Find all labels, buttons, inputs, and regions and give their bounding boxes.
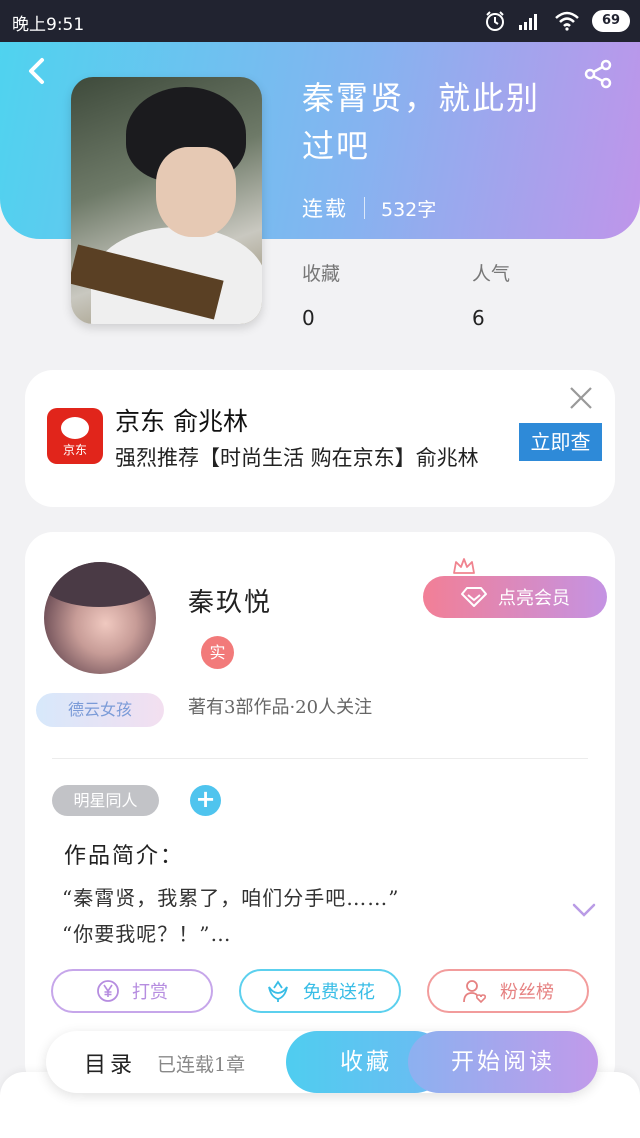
signal-icon — [519, 14, 537, 30]
favorites-value: 0 — [302, 306, 315, 330]
member-button-label: 点亮会员 — [498, 588, 570, 609]
intro-title: 作品简介： — [64, 844, 185, 869]
add-tag-button[interactable]: + — [190, 785, 221, 816]
popularity-label: 人气 — [472, 263, 511, 285]
status-time: 晚上9:51 — [12, 15, 85, 35]
ad-cta-button[interactable]: 立即查 — [519, 423, 602, 461]
ad-title: 京东 俞兆林 — [115, 407, 248, 436]
fan-ranking-label: 粉丝榜 — [500, 982, 554, 1003]
close-icon[interactable] — [567, 384, 595, 412]
author-stats: 著有3部作品·20人关注 — [188, 697, 373, 718]
diamond-icon — [461, 587, 487, 607]
table-of-contents-button[interactable]: 目录 — [84, 1047, 136, 1079]
send-flower-button[interactable]: 免费送花 — [239, 969, 401, 1013]
user-heart-icon — [463, 980, 487, 1004]
book-meta: 连载 532字 — [302, 193, 436, 223]
chevron-down-icon[interactable] — [571, 900, 597, 920]
divider — [52, 758, 588, 759]
flower-icon — [268, 980, 288, 1002]
yen-coin-icon — [97, 980, 119, 1002]
crown-icon — [453, 558, 475, 574]
favorites-stat: 收藏 0 — [302, 259, 340, 330]
wifi-icon — [555, 11, 579, 31]
verify-badge: 实 — [201, 636, 234, 669]
author-name[interactable]: 秦玖悦 — [188, 582, 272, 619]
intro-text: “秦霄贤，我累了，咱们分手吧……” “你要我呢？！”… — [62, 880, 542, 952]
intro-line-2: “你要我呢？！”… — [62, 922, 232, 946]
reward-label: 打赏 — [132, 982, 168, 1003]
fan-ranking-button[interactable]: 粉丝榜 — [427, 969, 589, 1013]
back-arrow-icon[interactable] — [22, 56, 52, 86]
activate-member-button[interactable]: 点亮会员 — [423, 576, 607, 618]
meta-divider — [364, 197, 365, 219]
book-title: 秦霄贤，就此别过吧 — [302, 79, 541, 165]
status-bar: 晚上9:51 69 — [0, 0, 640, 42]
chapter-info[interactable]: 已连载1章 — [157, 1050, 245, 1077]
share-icon[interactable] — [582, 58, 614, 90]
word-count: 532字 — [381, 198, 437, 221]
book-cover-image[interactable] — [71, 77, 262, 324]
jd-logo-text: 京东 — [62, 443, 87, 457]
jd-logo: 京东 — [47, 408, 103, 464]
author-badge-label: 德云女孩 — [36, 693, 164, 727]
book-status: 连载 — [302, 197, 348, 221]
alarm-icon — [486, 11, 504, 31]
popularity-value: 6 — [472, 306, 485, 330]
popularity-stat: 人气 6 — [472, 259, 510, 330]
avatar[interactable] — [44, 562, 156, 674]
genre-tag[interactable]: 明星同人 — [52, 785, 159, 816]
reward-button[interactable]: 打赏 — [51, 969, 213, 1013]
battery-icon: 69 — [592, 10, 630, 32]
start-reading-button[interactable]: 开始阅读 — [408, 1031, 598, 1093]
send-flower-label: 免费送花 — [303, 982, 375, 1003]
ad-description: 强烈推荐【时尚生活 购在京东】俞兆林 — [115, 446, 479, 470]
intro-line-1: “秦霄贤，我累了，咱们分手吧……” — [62, 886, 400, 910]
favorites-label: 收藏 — [302, 263, 341, 285]
